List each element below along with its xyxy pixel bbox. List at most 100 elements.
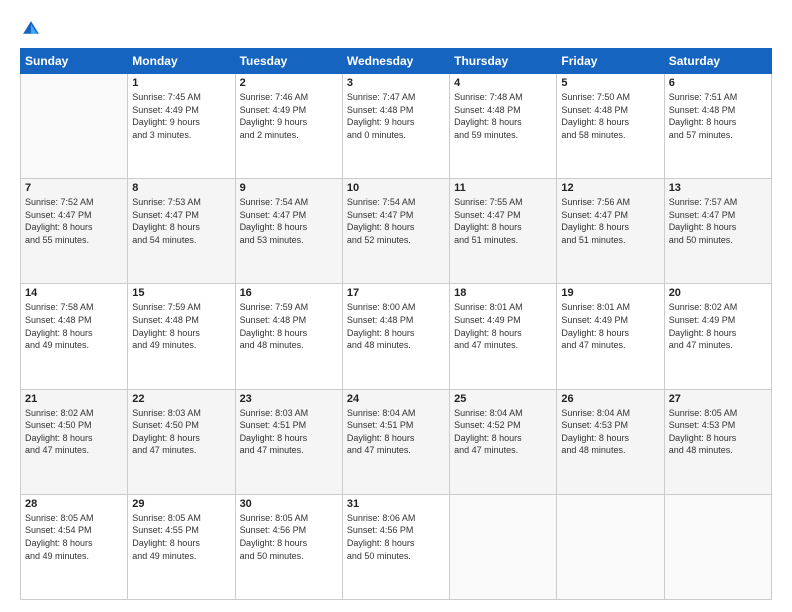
calendar-cell: 29 Sunrise: 8:05 AM Sunset: 4:55 PM Dayli… — [128, 494, 235, 599]
calendar-cell: 17 Sunrise: 8:00 AM Sunset: 4:48 PM Dayli… — [342, 284, 449, 389]
cell-info: Sunrise: 7:45 AM Sunset: 4:49 PM Dayligh… — [132, 91, 230, 141]
cell-info: Sunrise: 7:55 AM Sunset: 4:47 PM Dayligh… — [454, 196, 552, 246]
calendar-cell: 30 Sunrise: 8:05 AM Sunset: 4:56 PM Dayli… — [235, 494, 342, 599]
cell-info: Sunrise: 7:46 AM Sunset: 4:49 PM Dayligh… — [240, 91, 338, 141]
calendar-week-row: 7 Sunrise: 7:52 AM Sunset: 4:47 PM Daylig… — [21, 179, 772, 284]
day-number: 9 — [240, 182, 338, 194]
page: SundayMondayTuesdayWednesdayThursdayFrid… — [0, 0, 792, 612]
day-number: 16 — [240, 287, 338, 299]
cell-info: Sunrise: 7:52 AM Sunset: 4:47 PM Dayligh… — [25, 196, 123, 246]
calendar-cell: 26 Sunrise: 8:04 AM Sunset: 4:53 PM Dayli… — [557, 389, 664, 494]
day-number: 15 — [132, 287, 230, 299]
day-number: 11 — [454, 182, 552, 194]
cell-info: Sunrise: 7:54 AM Sunset: 4:47 PM Dayligh… — [347, 196, 445, 246]
day-number: 22 — [132, 393, 230, 405]
weekday-header: Wednesday — [342, 49, 449, 74]
calendar-cell: 23Sunrise: 8:03 AM Sunset: 4:51 PM Dayli… — [235, 389, 342, 494]
calendar-cell: 6 Sunrise: 7:51 AM Sunset: 4:48 PM Daylig… — [664, 74, 771, 179]
calendar-cell: 2 Sunrise: 7:46 AM Sunset: 4:49 PM Daylig… — [235, 74, 342, 179]
day-number: 21 — [25, 393, 123, 405]
cell-info: Sunrise: 7:51 AM Sunset: 4:48 PM Dayligh… — [669, 91, 767, 141]
calendar-cell: 13 Sunrise: 7:57 AM Sunset: 4:47 PM Dayli… — [664, 179, 771, 284]
calendar-cell: 12 Sunrise: 7:56 AM Sunset: 4:47 PM Dayli… — [557, 179, 664, 284]
weekday-header: Friday — [557, 49, 664, 74]
day-number: 28 — [25, 498, 123, 510]
day-number: 29 — [132, 498, 230, 510]
calendar-cell: 10 Sunrise: 7:54 AM Sunset: 4:47 PM Dayli… — [342, 179, 449, 284]
calendar-table: SundayMondayTuesdayWednesdayThursdayFrid… — [20, 48, 772, 600]
day-number: 4 — [454, 77, 552, 89]
calendar-cell: 5Sunrise: 7:50 AM Sunset: 4:48 PM Daylig… — [557, 74, 664, 179]
day-number: 6 — [669, 77, 767, 89]
day-number: 24 — [347, 393, 445, 405]
cell-info: Sunrise: 8:05 AM Sunset: 4:53 PM Dayligh… — [669, 407, 767, 457]
day-number: 23 — [240, 393, 338, 405]
day-number: 18 — [454, 287, 552, 299]
calendar-cell: 22 Sunrise: 8:03 AM Sunset: 4:50 PM Dayli… — [128, 389, 235, 494]
calendar-cell: 28 Sunrise: 8:05 AM Sunset: 4:54 PM Dayli… — [21, 494, 128, 599]
cell-info: Sunrise: 8:05 AM Sunset: 4:54 PM Dayligh… — [25, 512, 123, 562]
calendar-cell — [450, 494, 557, 599]
calendar-cell — [557, 494, 664, 599]
calendar-cell: 25 Sunrise: 8:04 AM Sunset: 4:52 PM Dayli… — [450, 389, 557, 494]
calendar-cell: 7 Sunrise: 7:52 AM Sunset: 4:47 PM Daylig… — [21, 179, 128, 284]
cell-info: Sunrise: 7:56 AM Sunset: 4:47 PM Dayligh… — [561, 196, 659, 246]
day-number: 19 — [561, 287, 659, 299]
calendar-week-row: 28 Sunrise: 8:05 AM Sunset: 4:54 PM Dayli… — [21, 494, 772, 599]
calendar-week-row: 14Sunrise: 7:58 AM Sunset: 4:48 PM Dayli… — [21, 284, 772, 389]
day-number: 13 — [669, 182, 767, 194]
logo-icon — [20, 18, 42, 40]
calendar-cell: 20 Sunrise: 8:02 AM Sunset: 4:49 PM Dayli… — [664, 284, 771, 389]
day-number: 3 — [347, 77, 445, 89]
calendar-cell: 19 Sunrise: 8:01 AM Sunset: 4:49 PM Dayli… — [557, 284, 664, 389]
cell-info: Sunrise: 8:01 AM Sunset: 4:49 PM Dayligh… — [454, 301, 552, 351]
day-number: 2 — [240, 77, 338, 89]
day-number: 20 — [669, 287, 767, 299]
day-number: 26 — [561, 393, 659, 405]
day-number: 10 — [347, 182, 445, 194]
logo — [20, 18, 46, 40]
day-number: 1 — [132, 77, 230, 89]
calendar-header-row: SundayMondayTuesdayWednesdayThursdayFrid… — [21, 49, 772, 74]
day-number: 7 — [25, 182, 123, 194]
cell-info: Sunrise: 7:48 AM Sunset: 4:48 PM Dayligh… — [454, 91, 552, 141]
cell-info: Sunrise: 8:06 AM Sunset: 4:56 PM Dayligh… — [347, 512, 445, 562]
cell-info: Sunrise: 8:00 AM Sunset: 4:48 PM Dayligh… — [347, 301, 445, 351]
calendar-cell: 14Sunrise: 7:58 AM Sunset: 4:48 PM Dayli… — [21, 284, 128, 389]
cell-info: Sunrise: 8:04 AM Sunset: 4:52 PM Dayligh… — [454, 407, 552, 457]
day-number: 30 — [240, 498, 338, 510]
day-number: 12 — [561, 182, 659, 194]
calendar-cell: 31Sunrise: 8:06 AM Sunset: 4:56 PM Dayli… — [342, 494, 449, 599]
day-number: 25 — [454, 393, 552, 405]
cell-info: Sunrise: 8:05 AM Sunset: 4:55 PM Dayligh… — [132, 512, 230, 562]
calendar-cell: 16 Sunrise: 7:59 AM Sunset: 4:48 PM Dayli… — [235, 284, 342, 389]
calendar-cell: 18 Sunrise: 8:01 AM Sunset: 4:49 PM Dayli… — [450, 284, 557, 389]
calendar-cell: 1 Sunrise: 7:45 AM Sunset: 4:49 PM Daylig… — [128, 74, 235, 179]
day-number: 17 — [347, 287, 445, 299]
cell-info: Sunrise: 8:04 AM Sunset: 4:53 PM Dayligh… — [561, 407, 659, 457]
cell-info: Sunrise: 7:47 AM Sunset: 4:48 PM Dayligh… — [347, 91, 445, 141]
weekday-header: Saturday — [664, 49, 771, 74]
calendar-cell: 4 Sunrise: 7:48 AM Sunset: 4:48 PM Daylig… — [450, 74, 557, 179]
cell-info: Sunrise: 8:03 AM Sunset: 4:50 PM Dayligh… — [132, 407, 230, 457]
calendar-week-row: 1 Sunrise: 7:45 AM Sunset: 4:49 PM Daylig… — [21, 74, 772, 179]
cell-info: Sunrise: 7:54 AM Sunset: 4:47 PM Dayligh… — [240, 196, 338, 246]
calendar-cell: 24 Sunrise: 8:04 AM Sunset: 4:51 PM Dayli… — [342, 389, 449, 494]
cell-info: Sunrise: 7:57 AM Sunset: 4:47 PM Dayligh… — [669, 196, 767, 246]
weekday-header: Tuesday — [235, 49, 342, 74]
cell-info: Sunrise: 7:59 AM Sunset: 4:48 PM Dayligh… — [240, 301, 338, 351]
day-number: 8 — [132, 182, 230, 194]
day-number: 14 — [25, 287, 123, 299]
cell-info: Sunrise: 7:53 AM Sunset: 4:47 PM Dayligh… — [132, 196, 230, 246]
calendar-cell: 8 Sunrise: 7:53 AM Sunset: 4:47 PM Daylig… — [128, 179, 235, 284]
weekday-header: Monday — [128, 49, 235, 74]
cell-info: Sunrise: 8:02 AM Sunset: 4:50 PM Dayligh… — [25, 407, 123, 457]
cell-info: Sunrise: 8:04 AM Sunset: 4:51 PM Dayligh… — [347, 407, 445, 457]
cell-info: Sunrise: 8:02 AM Sunset: 4:49 PM Dayligh… — [669, 301, 767, 351]
weekday-header: Sunday — [21, 49, 128, 74]
cell-info: Sunrise: 8:05 AM Sunset: 4:56 PM Dayligh… — [240, 512, 338, 562]
calendar-week-row: 21 Sunrise: 8:02 AM Sunset: 4:50 PM Dayli… — [21, 389, 772, 494]
calendar-cell — [664, 494, 771, 599]
cell-info: Sunrise: 8:01 AM Sunset: 4:49 PM Dayligh… — [561, 301, 659, 351]
calendar-cell: 3 Sunrise: 7:47 AM Sunset: 4:48 PM Daylig… — [342, 74, 449, 179]
